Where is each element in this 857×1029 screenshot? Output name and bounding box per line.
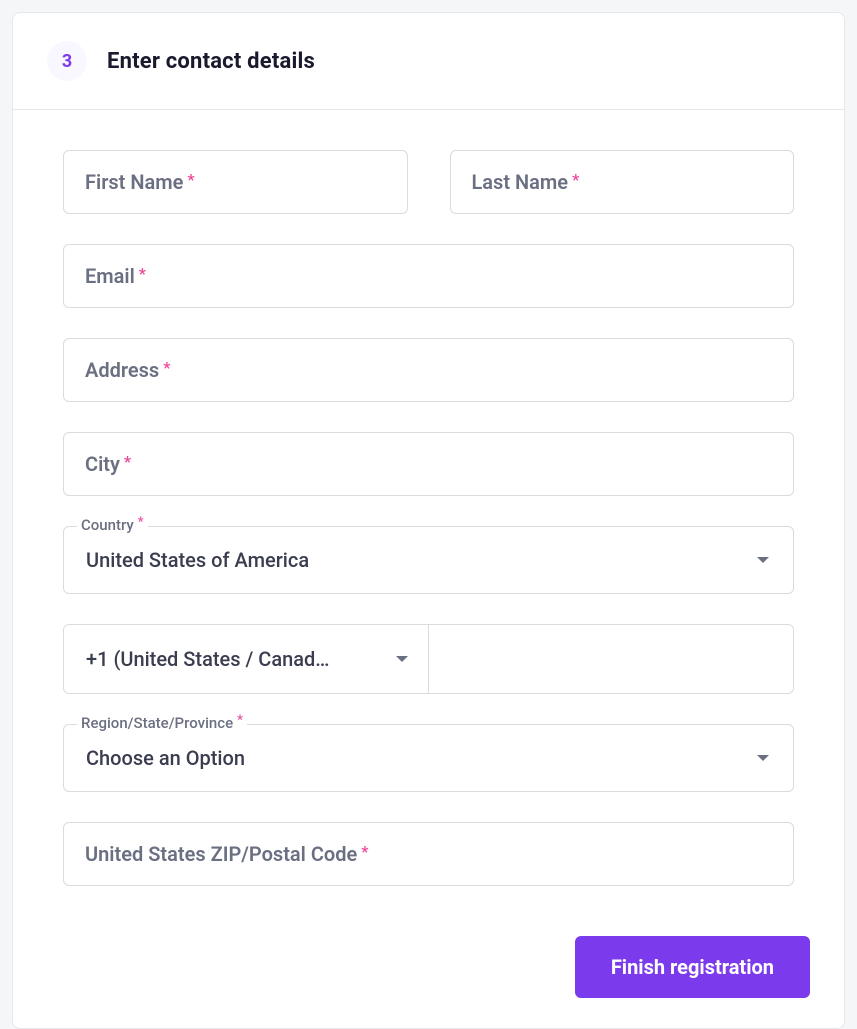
zip-field-wrap: United States ZIP/Postal Code * <box>63 822 794 886</box>
country-label: Country * <box>77 516 148 534</box>
chevron-down-icon <box>396 656 408 662</box>
zip-input[interactable] <box>63 822 794 886</box>
chevron-down-icon <box>757 557 769 563</box>
first-name-input[interactable] <box>63 150 408 214</box>
city-input[interactable] <box>63 432 794 496</box>
chevron-down-icon <box>757 755 769 761</box>
first-name-field-wrap: First Name * <box>63 150 408 214</box>
email-field-wrap: Email * <box>63 244 794 308</box>
phone-code-value: +1 (United States / Canad… <box>86 647 329 671</box>
card-footer: Finish registration <box>13 916 844 1028</box>
phone-field-wrap: +1 (United States / Canad… <box>63 624 794 694</box>
country-label-text: Country <box>81 516 134 534</box>
region-select[interactable]: Choose an Option <box>63 724 794 792</box>
contact-details-card: 3 Enter contact details First Name * Las… <box>12 12 845 1029</box>
region-value: Choose an Option <box>86 746 245 770</box>
form-body: First Name * Last Name * Email * <box>13 110 844 916</box>
step-number-badge: 3 <box>47 41 87 81</box>
region-field-wrap: Region/State/Province * Choose an Option <box>63 724 794 792</box>
country-select[interactable]: United States of America <box>63 526 794 594</box>
address-input[interactable] <box>63 338 794 402</box>
country-value: United States of America <box>86 548 309 572</box>
finish-registration-button[interactable]: Finish registration <box>575 936 810 998</box>
region-label-text: Region/State/Province <box>81 714 233 732</box>
last-name-field-wrap: Last Name * <box>450 150 795 214</box>
address-field-wrap: Address * <box>63 338 794 402</box>
last-name-input[interactable] <box>450 150 795 214</box>
email-input[interactable] <box>63 244 794 308</box>
card-header: 3 Enter contact details <box>13 13 844 110</box>
city-field-wrap: City * <box>63 432 794 496</box>
phone-number-input[interactable] <box>429 625 794 693</box>
country-field-wrap: Country * United States of America <box>63 526 794 594</box>
required-icon: * <box>237 714 243 732</box>
card-title: Enter contact details <box>107 49 315 74</box>
phone-country-code-select[interactable]: +1 (United States / Canad… <box>64 625 429 693</box>
region-label: Region/State/Province * <box>77 714 247 732</box>
required-icon: * <box>138 516 144 534</box>
